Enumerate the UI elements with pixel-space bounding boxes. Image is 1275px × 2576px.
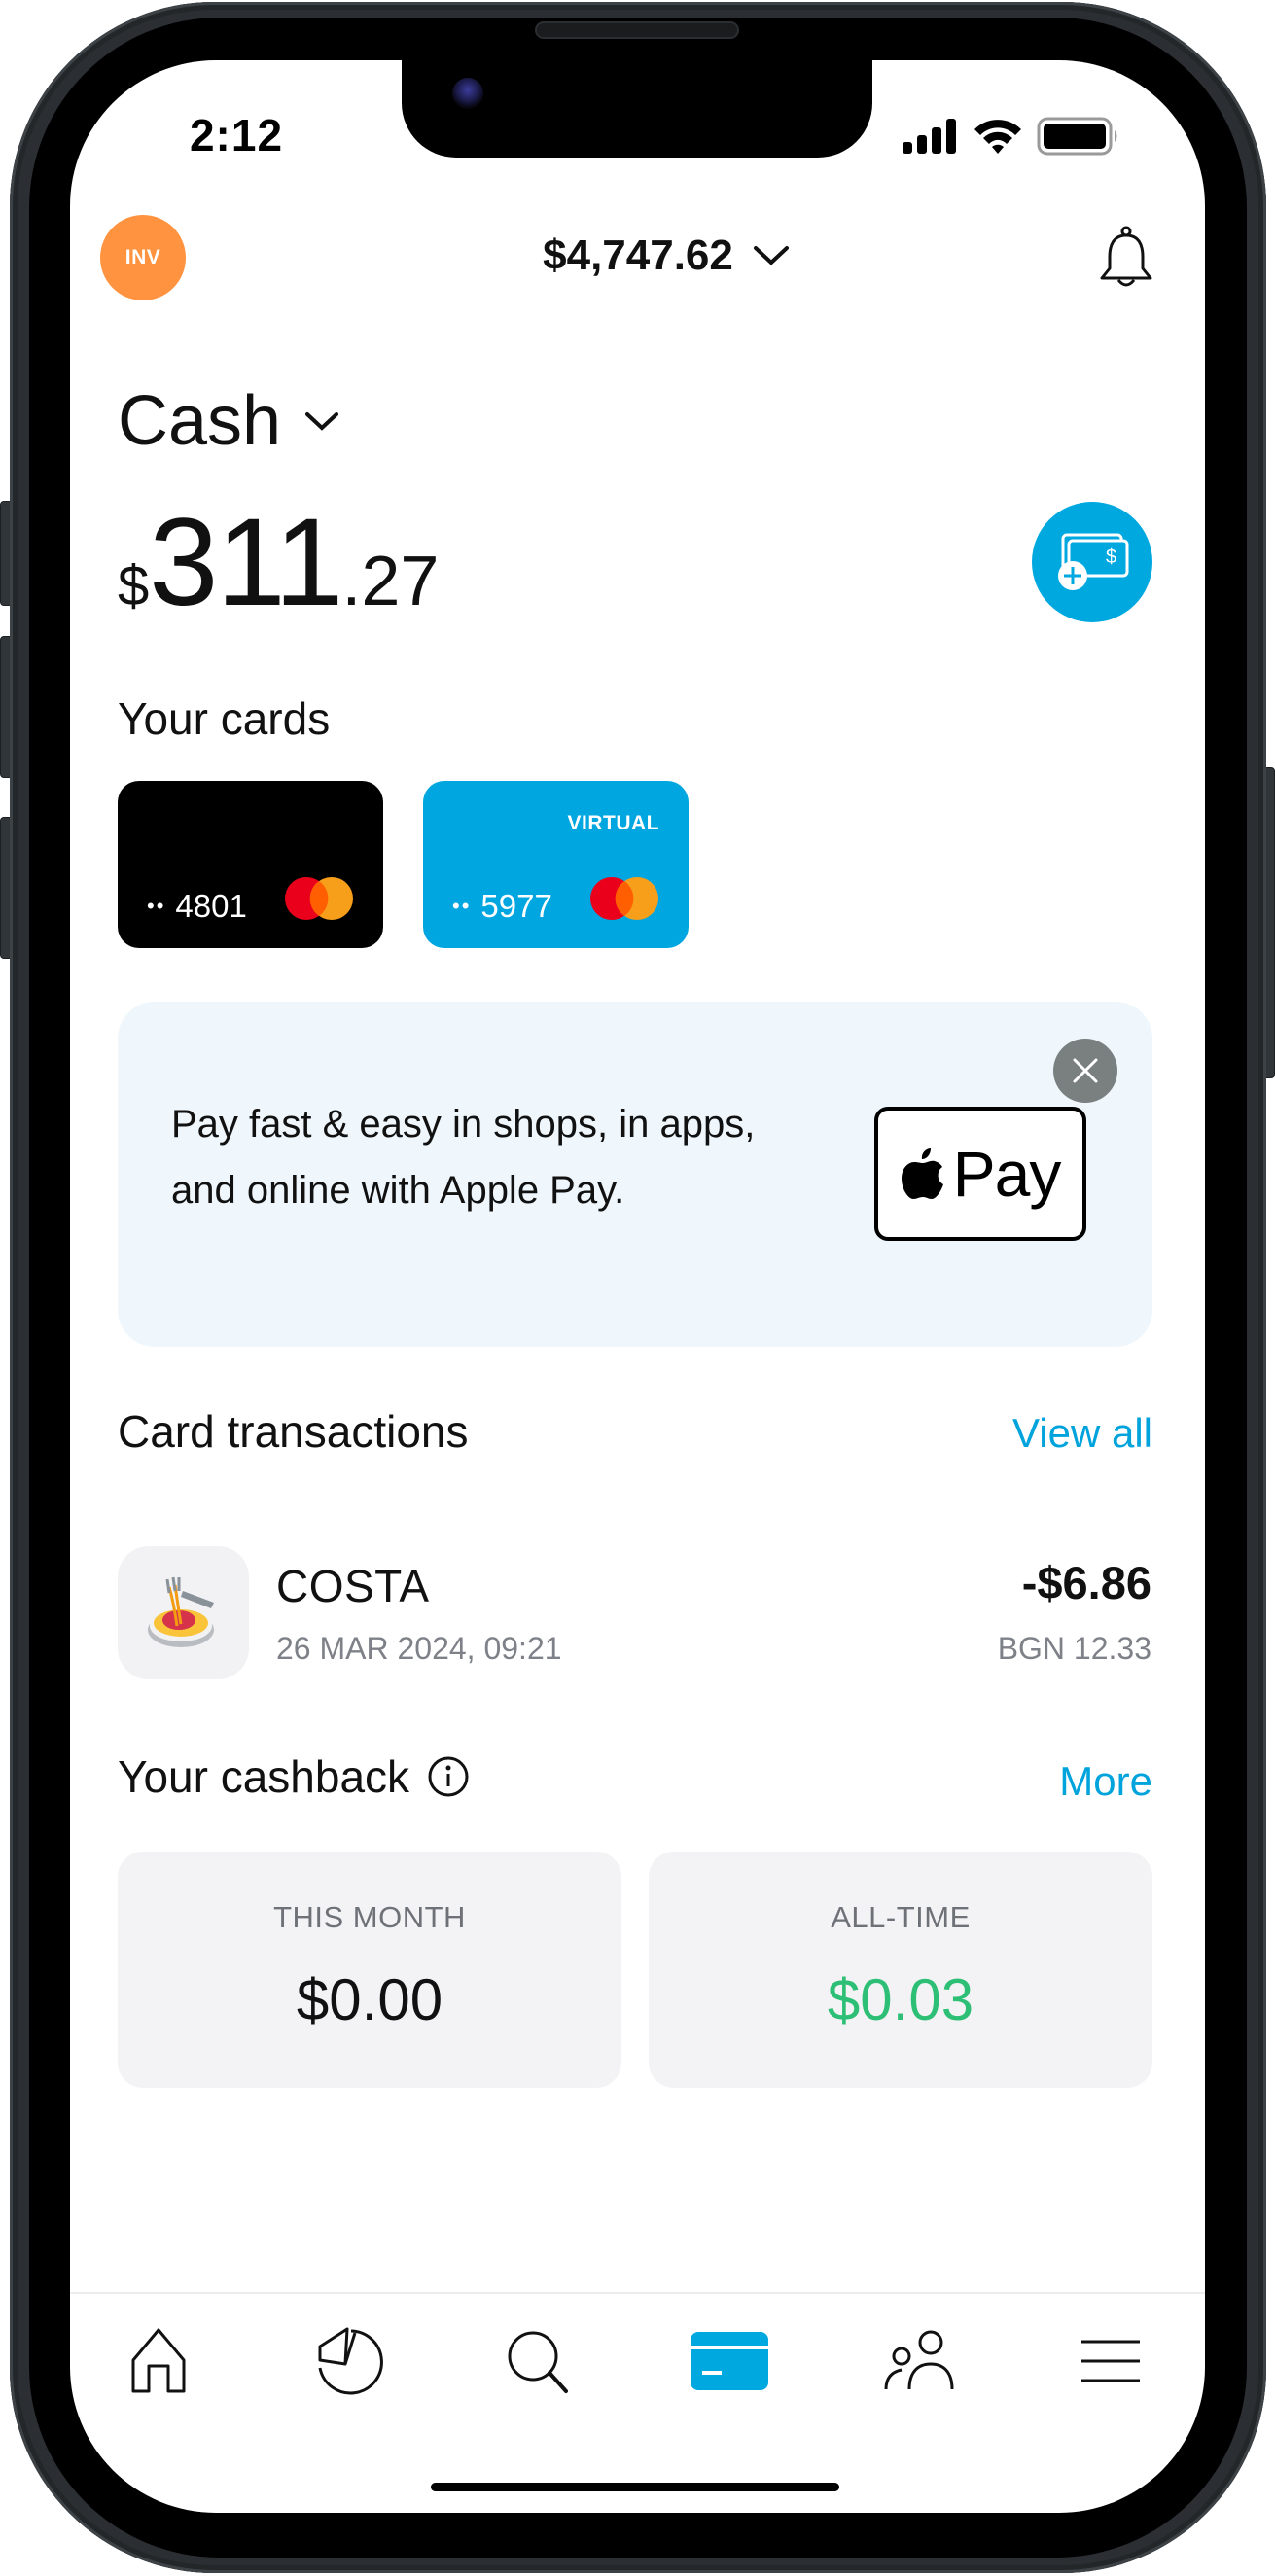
apple-pay-badge[interactable]: Pay — [874, 1107, 1086, 1241]
status-icons — [903, 115, 1120, 158]
card-mask-dots: •• — [452, 894, 472, 918]
cashback-title: Your cashback — [118, 1751, 410, 1802]
cashback-section-title: Your cashback — [118, 1750, 470, 1803]
account-name: Cash — [118, 382, 282, 460]
card-last4: 5977 — [480, 888, 552, 924]
transactions-section-title: Card transactions — [118, 1406, 469, 1457]
apple-pay-promo-banner[interactable]: Pay fast & easy in shops, in apps, and o… — [118, 1002, 1152, 1347]
bell-icon[interactable] — [1097, 226, 1155, 292]
cashback-all-time-value: $0.03 — [827, 1967, 974, 2032]
home-icon — [131, 2328, 186, 2393]
apple-pay-label: Pay — [952, 1138, 1062, 1210]
earpiece-speaker — [535, 21, 739, 39]
cashback-this-month-label: THIS MONTH — [273, 1900, 466, 1934]
card-number: •• 5977 — [452, 888, 552, 925]
tab-search[interactable] — [494, 2322, 582, 2400]
tab-bar-divider — [70, 2292, 1205, 2294]
close-icon — [1073, 1058, 1098, 1083]
total-balance-selector[interactable]: $4,747.62 — [486, 231, 846, 280]
mastercard-logo-icon — [285, 877, 353, 920]
cashback-all-time-label: ALL-TIME — [831, 1900, 971, 1934]
menu-icon — [1081, 2340, 1140, 2382]
tab-home[interactable] — [115, 2322, 202, 2400]
balance-integer: 311 — [149, 493, 343, 632]
add-money-button[interactable]: $ — [1032, 502, 1152, 622]
card-number: •• 4801 — [147, 888, 247, 925]
account-avatar[interactable]: INV — [100, 215, 186, 300]
card-physical[interactable]: •• 4801 — [118, 781, 383, 948]
close-banner-button[interactable] — [1053, 1039, 1117, 1103]
chevron-down-icon — [753, 246, 789, 265]
cards-section-title: Your cards — [118, 693, 331, 744]
wifi-icon — [974, 120, 1021, 154]
cashback-all-time-card: ALL-TIME $0.03 — [649, 1852, 1152, 2088]
transaction-datetime: 26 MAR 2024, 09:21 — [276, 1631, 562, 1666]
apple-logo-icon — [901, 1148, 943, 1199]
add-money-icon: $ — [1058, 533, 1129, 590]
view-all-transactions-link[interactable]: View all — [1012, 1410, 1152, 1457]
transaction-category-icon — [118, 1546, 249, 1679]
cashback-this-month-value: $0.00 — [296, 1967, 443, 2032]
search-icon — [508, 2331, 568, 2393]
spaghetti-icon — [147, 1576, 214, 1647]
tab-menu[interactable] — [1067, 2322, 1154, 2400]
home-indicator[interactable] — [431, 2483, 839, 2491]
tab-cards[interactable] — [686, 2322, 773, 2400]
svg-text:$: $ — [1106, 547, 1116, 568]
card-mask-dots: •• — [147, 894, 166, 918]
balance-currency: $ — [118, 554, 150, 618]
cellular-signal-icon — [903, 119, 956, 154]
tab-analytics[interactable] — [304, 2322, 392, 2400]
info-icon[interactable] — [427, 1755, 470, 1798]
transaction-merchant: COSTA — [276, 1561, 430, 1611]
chevron-down-icon — [305, 412, 339, 431]
card-virtual[interactable]: VIRTUAL •• 5977 — [423, 781, 689, 948]
promo-text: Pay fast & easy in shops, in apps, and o… — [171, 1103, 756, 1212]
account-selector[interactable]: Cash — [118, 381, 339, 461]
cashback-this-month-card: THIS MONTH $0.00 — [118, 1852, 621, 2088]
transaction-amount: -$6.86 — [1021, 1557, 1151, 1608]
mastercard-logo-icon — [590, 877, 658, 920]
tab-friends[interactable] — [875, 2322, 963, 2400]
card-last4: 4801 — [175, 888, 247, 924]
balance-decimal: .27 — [341, 543, 440, 620]
cashback-more-link[interactable]: More — [1059, 1758, 1152, 1805]
transaction-foreign-amount: BGN 12.33 — [997, 1631, 1151, 1666]
card-virtual-tag: VIRTUAL — [567, 812, 659, 834]
pie-chart-icon — [318, 2327, 383, 2395]
card-icon — [691, 2332, 768, 2390]
status-time: 2:12 — [189, 110, 284, 160]
battery-icon — [1037, 117, 1117, 156]
front-camera — [452, 78, 483, 109]
total-balance-value: $4,747.62 — [543, 231, 733, 279]
account-balance: $ 311 .27 — [118, 491, 439, 634]
people-icon — [884, 2330, 954, 2390]
